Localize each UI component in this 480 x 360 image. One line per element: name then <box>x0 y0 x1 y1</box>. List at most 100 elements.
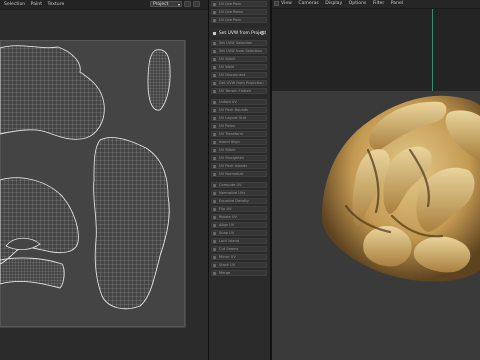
op-item-label: UV Pack Islands <box>219 164 248 168</box>
op-item-label: UV Layout Grid <box>219 116 247 120</box>
op-item-label: Equalize Density <box>219 199 249 203</box>
operation-icon <box>213 3 216 6</box>
op-item-label: UV Disconnect <box>219 73 246 77</box>
op-item-label: UV Pack Bounds <box>219 108 249 112</box>
op-item[interactable]: Cut Seams <box>211 246 267 252</box>
operation-icon <box>213 11 216 14</box>
op-item-label: UV Stitch <box>219 57 236 61</box>
operation-icon <box>213 232 216 235</box>
op-item[interactable]: Normalize UVs <box>211 190 267 196</box>
operation-icon <box>213 133 216 136</box>
op-item[interactable]: Compute UV <box>211 182 267 188</box>
op-item[interactable]: Mirror UV <box>211 254 267 260</box>
operation-icon <box>213 149 216 152</box>
op-item[interactable]: UV Relax <box>211 123 267 129</box>
operation-icon <box>213 157 216 160</box>
operation-icon <box>213 109 216 112</box>
operation-icon <box>213 240 216 243</box>
op-item-label: Flip UV <box>219 207 232 211</box>
operation-icon <box>213 208 216 211</box>
op-item[interactable]: UV Lite Pack <box>211 17 267 23</box>
operation-icon <box>213 125 216 128</box>
operation-icon <box>213 224 216 227</box>
op-item-label: Get UVW from Projection <box>219 81 264 85</box>
menu-selection[interactable]: Selection <box>4 2 25 7</box>
op-item[interactable]: Set UVW Selection <box>211 40 267 46</box>
operation-icon <box>213 90 216 93</box>
op-item[interactable]: UV Weld <box>211 64 267 70</box>
op-item-label: UV Terrain Flatten <box>219 89 252 93</box>
op-item-label: UV Lite Pack <box>219 2 242 6</box>
operation-icon <box>213 58 216 61</box>
op-item[interactable]: Get UVW from Projection <box>211 80 267 86</box>
op-item[interactable]: UV Normalize <box>211 171 267 177</box>
op-item[interactable]: Set UVW from Projection⚙ <box>211 28 267 37</box>
operation-icon <box>213 42 216 45</box>
op-item[interactable]: Island Align <box>211 139 267 145</box>
op-item-label: UV Straighten <box>219 156 245 160</box>
op-item-label: Snap UV <box>219 231 235 235</box>
menu-texture[interactable]: Texture <box>47 2 64 7</box>
uv-island-top-left <box>0 45 105 140</box>
operation-icon <box>213 216 216 219</box>
op-item[interactable]: UV Pack Bounds <box>211 107 267 113</box>
uv-settings-icon[interactable] <box>193 1 200 7</box>
op-item[interactable]: UV Stitch <box>211 56 267 62</box>
op-item-label: Align UV <box>219 223 235 227</box>
op-item[interactable]: UV Straighten <box>211 155 267 161</box>
operation-icon <box>213 173 216 176</box>
operation-icon <box>213 66 216 69</box>
op-item-label: UV Weld <box>219 65 235 69</box>
op-item-label: Normalize UVs <box>219 191 246 195</box>
op-item[interactable]: Set UVW from Selection <box>211 48 267 54</box>
uv-island-bottom-left <box>0 177 79 265</box>
op-item-label: Set UVW Selection <box>219 41 253 45</box>
op-item[interactable]: UV Pack Islands <box>211 163 267 169</box>
op-item[interactable]: UV Lite Pack <box>211 1 267 7</box>
op-item[interactable]: Merge <box>211 270 267 276</box>
op-item-label: UV Normalize <box>219 172 244 176</box>
op-item[interactable]: Flip UV <box>211 206 267 212</box>
op-item[interactable]: Equalize Density <box>211 198 267 204</box>
projection-mode-dropdown[interactable]: Project ▾ <box>150 1 182 7</box>
op-item-label: Stack UV <box>219 263 236 267</box>
op-item[interactable]: Align UV <box>211 222 267 228</box>
op-item-label: Lock Island <box>219 239 240 243</box>
op-item[interactable]: Rotate UV <box>211 214 267 220</box>
operation-icon <box>213 248 216 251</box>
op-item-label: UV Lite Relax <box>219 10 243 14</box>
op-item-label: Merge <box>219 271 231 275</box>
uv-toggle-icon[interactable] <box>184 1 191 7</box>
operation-icon <box>213 50 216 53</box>
op-item[interactable]: UV Transform <box>211 131 267 137</box>
op-item-label: Rotate UV <box>219 215 237 219</box>
op-item-label: Cut Seams <box>219 247 239 251</box>
operation-icon <box>213 184 216 187</box>
op-item-label: Set UVW from Selection <box>219 49 262 53</box>
op-item[interactable]: Snap UV <box>211 230 267 236</box>
viewport-pane: View Cameras Display Options Filter Pane… <box>272 0 480 360</box>
uv-editor-pane: Selection Paint Texture Project ▾ <box>0 0 208 360</box>
op-item-label: Compute UV <box>219 183 242 187</box>
op-item-label: Unfold UV <box>219 100 237 104</box>
walnut-model[interactable] <box>272 0 480 360</box>
gear-icon[interactable]: ⚙ <box>260 29 265 36</box>
op-item[interactable]: UV Stitch <box>211 147 267 153</box>
operation-icon <box>213 101 216 104</box>
menu-paint[interactable]: Paint <box>31 2 42 7</box>
op-item[interactable]: UV Lite Relax <box>211 9 267 15</box>
uv-canvas[interactable] <box>0 40 186 328</box>
uv-islands-svg <box>0 40 185 327</box>
op-item[interactable]: Lock Island <box>211 238 267 244</box>
op-item[interactable]: UV Layout Grid <box>211 115 267 121</box>
op-item-label: UV Relax <box>219 124 236 128</box>
operation-icon <box>213 32 216 35</box>
op-item[interactable]: UV Disconnect <box>211 72 267 78</box>
operation-icon <box>213 74 216 77</box>
op-item[interactable]: Stack UV <box>211 262 267 268</box>
op-item[interactable]: UV Terrain Flatten <box>211 88 267 94</box>
op-item[interactable]: Unfold UV <box>211 99 267 105</box>
uv-editor-header: Selection Paint Texture Project ▾ <box>0 0 208 10</box>
uv-island-bottom-right <box>93 137 170 310</box>
op-item-label: UV Lite Pack <box>219 18 242 22</box>
